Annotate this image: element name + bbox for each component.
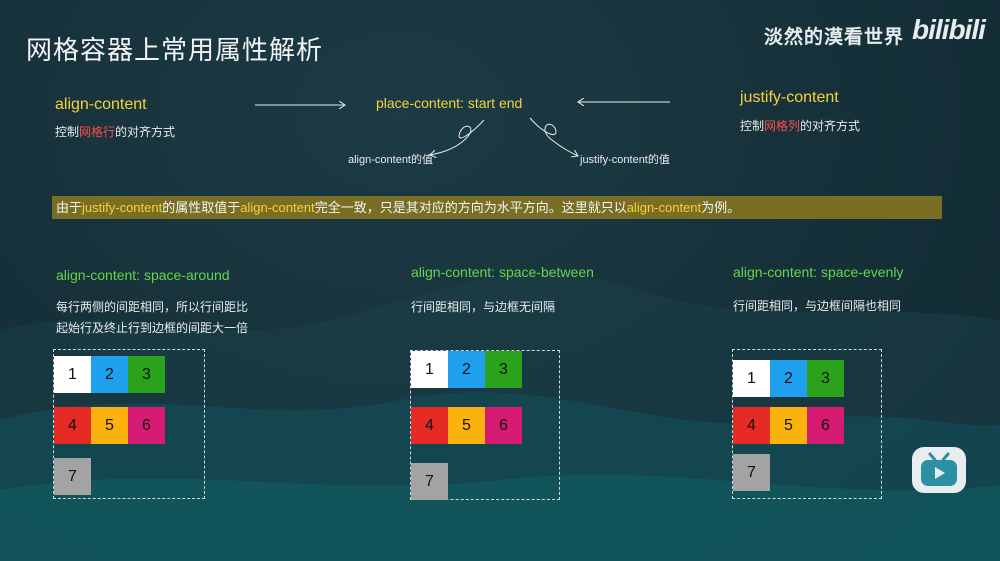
banner-text-1: 由于 <box>56 200 83 215</box>
desc-line-1: 行间距相同，与边框无间隔 <box>411 300 556 314</box>
grid-cell-1: 1 <box>411 351 448 388</box>
grid-cell-7: 7 <box>54 458 91 495</box>
grid-container-space-around: 1 2 3 4 5 6 7 <box>53 349 205 499</box>
grid-cell-6: 6 <box>485 407 522 444</box>
banner-text-3: 完全一致，只是其对应的方向为水平方向。这里就只以 <box>314 200 627 215</box>
grid-container-space-between: 1 2 3 4 5 6 7 <box>410 350 560 500</box>
example-title-space-between: align-content: space-between <box>411 264 594 280</box>
grid-cell-4: 4 <box>733 407 770 444</box>
banner-text-4: 为例。 <box>701 200 741 215</box>
grid-cell-5: 5 <box>448 407 485 444</box>
grid-cell-7: 7 <box>411 463 448 500</box>
example-desc-space-around: 每行两侧的间距相同，所以行间距比 起始行及终止行到边框的间距大一倍 <box>56 297 248 339</box>
grid-cell-1: 1 <box>54 356 91 393</box>
example-title-space-around: align-content: space-around <box>56 267 230 283</box>
example-desc-space-between: 行间距相同，与边框无间隔 <box>411 297 555 318</box>
play-icon <box>921 452 957 486</box>
grid-cell-5: 5 <box>91 407 128 444</box>
bilibili-tv-icon[interactable] <box>912 447 966 493</box>
grid-cell-3: 3 <box>485 351 522 388</box>
grid-cell-4: 4 <box>54 407 91 444</box>
desc-line-1: 行间距相同，与边框间隔也相同 <box>733 299 902 313</box>
grid-cell-5: 5 <box>770 407 807 444</box>
example-desc-space-evenly: 行间距相同，与边框间隔也相同 <box>733 296 901 317</box>
grid-cell-3: 3 <box>807 360 844 397</box>
curl-arrow-left <box>430 119 485 155</box>
grid-cell-6: 6 <box>128 407 165 444</box>
info-banner: 由于justify-content的属性取值于align-content完全一致… <box>52 196 942 219</box>
desc-line-2: 起始行及终止行到边框的间距大一倍 <box>56 321 249 335</box>
grid-cell-2: 2 <box>91 356 128 393</box>
grid-cell-7: 7 <box>733 454 770 491</box>
example-title-space-evenly: align-content: space-evenly <box>733 264 904 280</box>
curl-arrow-right <box>529 117 578 156</box>
grid-cell-4: 4 <box>411 407 448 444</box>
banner-highlight-2: align-content <box>240 200 315 215</box>
grid-cell-2: 2 <box>770 360 807 397</box>
desc-line-1: 每行两侧的间距相同，所以行间距比 <box>56 300 249 314</box>
grid-cell-1: 1 <box>733 360 770 397</box>
grid-cell-6: 6 <box>807 407 844 444</box>
grid-container-space-evenly: 1 2 3 4 5 6 7 <box>732 349 882 499</box>
grid-cell-3: 3 <box>128 356 165 393</box>
banner-highlight-3: align-content <box>626 200 702 215</box>
banner-text-2: 的属性取值于 <box>162 200 241 215</box>
grid-cell-2: 2 <box>448 351 485 388</box>
banner-highlight-1: justify-content <box>82 200 163 215</box>
